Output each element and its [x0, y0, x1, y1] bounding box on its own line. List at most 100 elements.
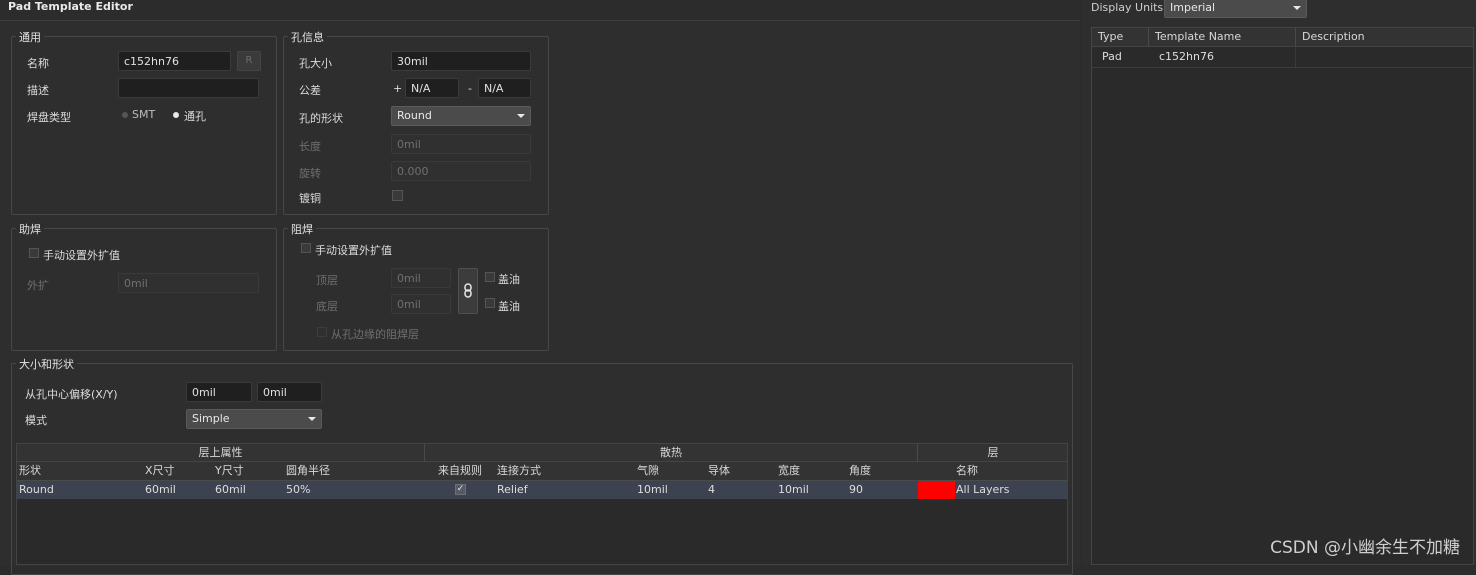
plated-label: 镀铜	[299, 192, 321, 205]
smt-radio[interactable]	[122, 112, 128, 118]
through-hole-label: 通孔	[184, 110, 206, 123]
mode-dropdown[interactable]: Simple	[186, 409, 322, 429]
tolerance-plus-sign: +	[393, 82, 403, 95]
col-air-gap[interactable]: 气隙	[637, 462, 659, 479]
tent-top-label: 盖油	[498, 273, 520, 286]
group-header-layer-props: 层上属性	[198, 446, 243, 459]
offset-x-field[interactable]: 0mil	[186, 382, 252, 402]
tolerance-plus-field[interactable]: N/A	[405, 78, 459, 98]
display-units-dropdown[interactable]: Imperial	[1164, 0, 1307, 18]
tent-bottom-checkbox[interactable]	[485, 298, 495, 308]
hole-shape-dropdown[interactable]: Round	[391, 106, 531, 126]
display-units-label: Display Units	[1091, 1, 1164, 14]
col-type[interactable]: Type	[1098, 28, 1123, 45]
through-hole-radio[interactable]	[173, 112, 179, 118]
paste-manual-checkbox[interactable]	[29, 248, 39, 258]
length-field[interactable]: 0mil	[391, 134, 531, 154]
hole-shape-label: 孔的形状	[299, 112, 343, 125]
template-list: Type Template Name Description Pad c152h…	[1091, 27, 1474, 565]
window-title: Pad Template Editor	[8, 0, 133, 13]
offset-label: 从孔中心偏移(X/Y)	[25, 388, 118, 401]
hole-size-field[interactable]: 30mil	[391, 51, 531, 71]
col-angle[interactable]: 角度	[849, 462, 871, 479]
length-label: 长度	[299, 140, 321, 153]
tolerance-label: 公差	[299, 84, 321, 97]
cell-corner-radius: 50%	[286, 483, 311, 496]
name-label: 名称	[27, 57, 49, 70]
table-column-header: 形状 X尺寸 Y尺寸 圆角半径 来自规则 连接方式 气隙 导体 宽度 角度 名称	[17, 462, 1067, 481]
link-toggle-button[interactable]	[458, 268, 478, 314]
group-header-layer: 层	[987, 446, 999, 459]
general-group-title: 通用	[16, 29, 44, 45]
cell-shape: Round	[19, 483, 54, 496]
table-row[interactable]: Round 60mil 60mil 50% ✓ Relief 10mil 4 1…	[17, 481, 1067, 499]
r-button[interactable]: R	[237, 51, 261, 71]
list-item-type: Pad	[1102, 50, 1122, 63]
display-units-value: Imperial	[1170, 1, 1216, 14]
from-hole-checkbox[interactable]	[317, 327, 327, 337]
cell-connection: Relief	[497, 483, 528, 496]
tolerance-minus-sign: -	[468, 82, 472, 95]
cell-angle: 90	[849, 483, 863, 496]
pad-type-label: 焊盘类型	[27, 111, 71, 124]
tent-top-checkbox[interactable]	[485, 272, 495, 282]
col-shape[interactable]: 形状	[19, 462, 41, 479]
table-group-header: 层上属性 散热 层	[17, 444, 1067, 462]
solder-group-title: 阻焊	[288, 221, 316, 237]
col-template-name[interactable]: Template Name	[1155, 28, 1241, 45]
tent-bottom-label: 盖油	[498, 300, 520, 313]
col-from-rule[interactable]: 来自规则	[438, 462, 482, 479]
solder-manual-checkbox[interactable]	[301, 243, 311, 253]
hole-size-label: 孔大小	[299, 57, 332, 70]
solder-manual-label: 手动设置外扩值	[315, 244, 392, 257]
link-icon	[464, 283, 472, 298]
group-header-thermal: 散热	[660, 446, 682, 459]
description-field[interactable]	[118, 78, 259, 98]
solder-bottom-label: 底层	[316, 300, 338, 313]
col-layer-name[interactable]: 名称	[956, 462, 978, 479]
smt-label: SMT	[132, 108, 156, 121]
col-description[interactable]: Description	[1302, 28, 1365, 45]
chevron-down-icon	[308, 417, 316, 421]
chevron-down-icon	[517, 114, 525, 118]
paste-manual-label: 手动设置外扩值	[43, 249, 120, 262]
hole-shape-value: Round	[397, 109, 432, 122]
from-rule-checkbox[interactable]: ✓	[455, 484, 466, 495]
chevron-down-icon	[1293, 6, 1301, 10]
header-divider	[1148, 28, 1149, 46]
col-y-size[interactable]: Y尺寸	[215, 462, 244, 479]
solder-top-label: 顶层	[316, 274, 338, 287]
list-item[interactable]: Pad c152hn76	[1092, 47, 1473, 68]
rotation-label: 旋转	[299, 167, 321, 180]
rotation-field[interactable]: 0.000	[391, 161, 531, 181]
template-list-header: Type Template Name Description	[1092, 28, 1473, 47]
paste-group-title: 助焊	[16, 221, 44, 237]
paste-expand-field[interactable]: 0mil	[118, 273, 259, 293]
from-hole-label: 从孔边缘的阻焊层	[331, 328, 419, 341]
col-connection[interactable]: 连接方式	[497, 462, 541, 479]
list-item-name: c152hn76	[1159, 50, 1214, 63]
layer-color-swatch[interactable]	[918, 481, 955, 499]
offset-y-field[interactable]: 0mil	[257, 382, 322, 402]
col-x-size[interactable]: X尺寸	[145, 462, 175, 479]
tolerance-minus-field[interactable]: N/A	[478, 78, 531, 98]
solder-top-field[interactable]: 0mil	[391, 268, 451, 288]
plated-checkbox[interactable]	[392, 190, 403, 201]
watermark-text: CSDN @小幽余生不加糖	[1270, 538, 1460, 558]
solder-bottom-field[interactable]: 0mil	[391, 294, 451, 314]
cell-y-size: 60mil	[215, 483, 246, 496]
description-label: 描述	[27, 84, 49, 97]
col-conductor[interactable]: 导体	[708, 462, 730, 479]
cell-width: 10mil	[778, 483, 809, 496]
cell-conductor: 4	[708, 483, 715, 496]
cell-x-size: 60mil	[145, 483, 176, 496]
mode-label: 模式	[25, 414, 47, 427]
name-field[interactable]: c152hn76	[118, 51, 231, 71]
pad-layer-table: 层上属性 散热 层 形状 X尺寸 Y尺寸 圆角半径 来自规则 连接方式 气隙 导…	[16, 443, 1068, 565]
col-corner-radius[interactable]: 圆角半径	[286, 462, 330, 479]
mode-value: Simple	[192, 412, 230, 425]
col-width[interactable]: 宽度	[778, 462, 800, 479]
header-divider	[1295, 28, 1296, 46]
column-divider	[1295, 47, 1296, 67]
cell-layer-name: All Layers	[956, 483, 1010, 496]
